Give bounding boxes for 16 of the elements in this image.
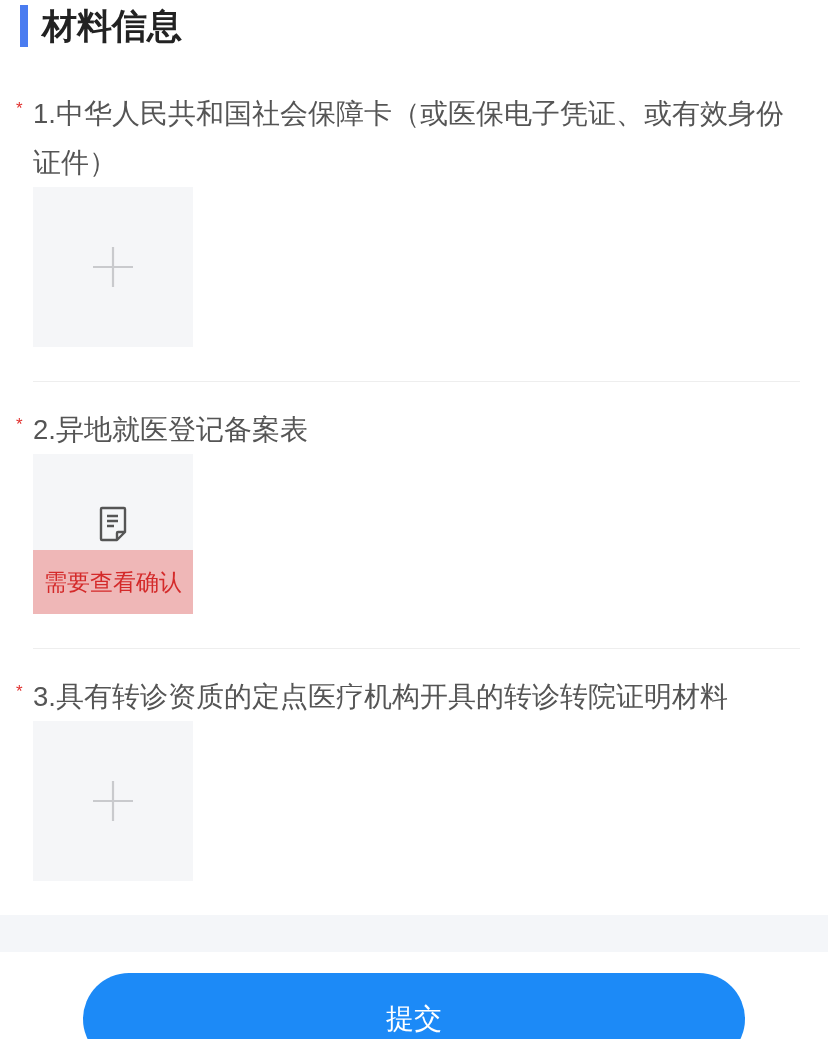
file-thumbnail[interactable]: 需要查看确认 bbox=[33, 454, 193, 614]
section-title: 材料信息 bbox=[42, 5, 182, 47]
plus-icon bbox=[93, 247, 133, 287]
required-marker: * bbox=[16, 100, 23, 117]
document-icon bbox=[99, 506, 127, 542]
submit-button[interactable]: 提交 bbox=[83, 973, 745, 1039]
section-accent-bar bbox=[20, 5, 28, 47]
material-label: 1.中华人民共和国社会保障卡（或医保电子凭证、或有效身份证件） bbox=[33, 97, 785, 180]
upload-box[interactable] bbox=[33, 721, 193, 881]
review-notice: 需要查看确认 bbox=[33, 550, 193, 614]
required-marker: * bbox=[16, 416, 23, 433]
material-label: 2.异地就医登记备案表 bbox=[33, 413, 309, 447]
upload-box[interactable] bbox=[33, 187, 193, 347]
required-marker: * bbox=[16, 683, 23, 700]
material-label: 3.具有转诊资质的定点医疗机构开具的转诊转院证明材料 bbox=[33, 680, 729, 714]
plus-icon bbox=[93, 781, 133, 821]
